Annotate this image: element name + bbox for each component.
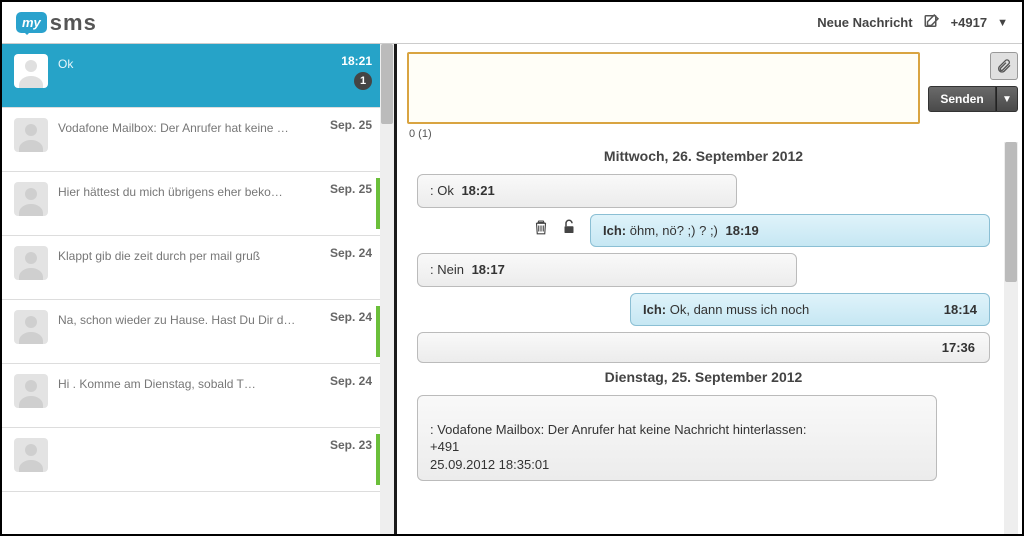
conversation-item[interactable]: Ok18:21 1 [2,44,394,108]
lock-open-icon[interactable] [560,218,578,239]
conversation-time: Sep. 23 [330,438,372,452]
conversation-time: Sep. 25 [330,118,372,132]
message-incoming[interactable]: : Vodafone Mailbox: Der Anrufer hat kein… [417,395,990,481]
avatar [14,438,48,472]
avatar [14,246,48,280]
new-message-link[interactable]: Neue Nachricht [817,15,912,30]
conversation-time: Sep. 24 [330,374,372,388]
conversation-preview: Klappt gib die zeit durch per mail gruß [58,249,376,263]
sidebar-scrollbar[interactable] [380,44,394,534]
chat-pane: Senden ▼ 0 (1) Mittwoch, 26. September 2… [397,44,1022,534]
conversation-item[interactable]: Sep. 23 [2,428,394,492]
conversation-item[interactable]: Vodafone Mailbox: Der Anrufer hat keine … [2,108,394,172]
conversation-preview: Ok [58,57,376,71]
unread-badge: 1 [354,72,372,90]
conversation-preview: Hi . Komme am Dienstag, sobald T… [58,377,376,391]
send-dropdown[interactable]: ▼ [996,86,1018,112]
avatar [14,310,48,344]
message-time-only[interactable]: 17:36 [417,332,990,363]
message-list: Mittwoch, 26. September 2012 : Ok 18:21 … [407,142,1018,534]
message-input[interactable] [407,52,920,124]
message-outgoing[interactable]: Ich: Ok, dann muss ich noch18:14 [417,293,990,327]
char-counter: 0 (1) [409,128,1018,140]
conversation-item[interactable]: Klappt gib die zeit durch per mail grußS… [2,236,394,300]
date-separator: Mittwoch, 26. September 2012 [407,148,1000,164]
conversation-time: 18:21 [341,54,372,68]
compose-icon[interactable] [923,12,941,33]
conversation-preview: Na, schon wieder zu Hause. Hast Du Dir d… [58,313,376,327]
logo-my: my [16,12,47,33]
conversation-time: Sep. 24 [330,310,372,324]
message-outgoing[interactable]: Ich: öhm, nö? ;) ? ;) 18:19 [417,214,990,248]
avatar [14,182,48,216]
account-caret-icon[interactable]: ▼ [997,17,1008,29]
avatar [14,54,48,88]
account-phone[interactable]: +4917 [951,15,988,30]
delete-icon[interactable] [532,218,550,239]
message-actions [532,214,578,239]
attach-button[interactable] [990,52,1018,80]
avatar [14,374,48,408]
date-separator: Dienstag, 25. September 2012 [407,369,1000,385]
conversation-preview: Vodafone Mailbox: Der Anrufer hat keine … [58,121,376,135]
logo-sms: sms [50,10,97,36]
logo[interactable]: my sms [16,10,97,36]
messages-scrollbar[interactable] [1004,142,1018,534]
conversation-item[interactable]: Hier hättest du mich übrigens eher beko…… [2,172,394,236]
conversation-item[interactable]: Na, schon wieder zu Hause. Hast Du Dir d… [2,300,394,364]
send-button[interactable]: Senden [928,86,996,112]
conversation-time: Sep. 24 [330,246,372,260]
conversation-preview: Hier hättest du mich übrigens eher beko… [58,185,376,199]
message-incoming[interactable]: : Ok 18:21 [417,174,990,208]
topbar: my sms Neue Nachricht +4917 ▼ [2,2,1022,44]
message-incoming[interactable]: : Nein 18:17 [417,253,990,287]
conversation-item[interactable]: Hi . Komme am Dienstag, sobald T…Sep. 24 [2,364,394,428]
conversation-time: Sep. 25 [330,182,372,196]
avatar [14,118,48,152]
conversation-list: Ok18:21 1 Vodafone Mailbox: Der Anrufer h… [2,44,397,534]
